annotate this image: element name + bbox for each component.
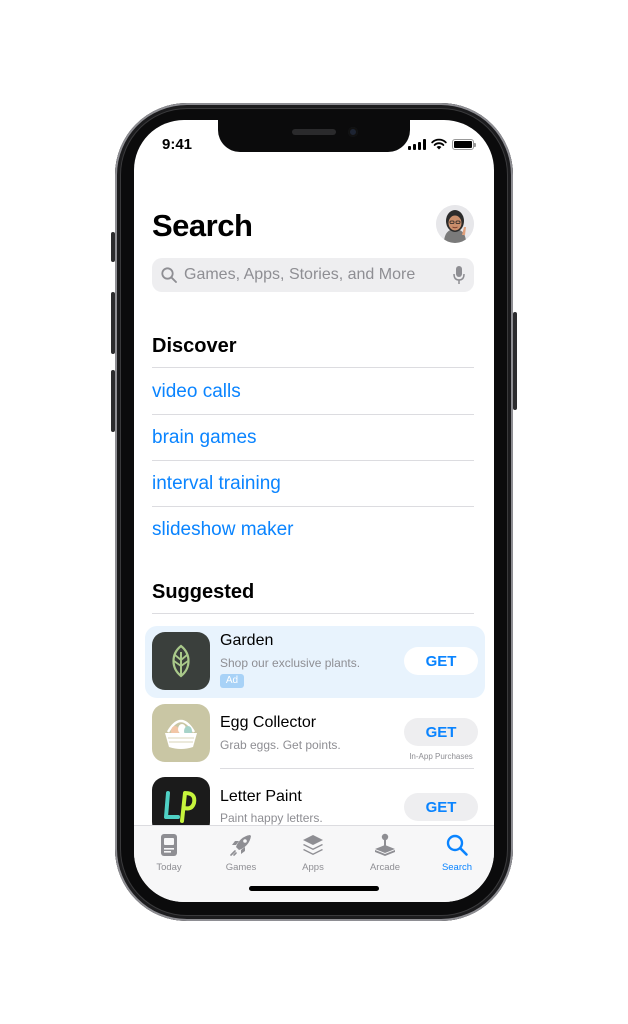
- memoji-avatar-icon: [436, 205, 474, 243]
- suggested-heading: Suggested: [152, 581, 255, 603]
- side-button: [513, 312, 517, 410]
- search-icon: [446, 834, 468, 856]
- divider: [152, 367, 474, 368]
- account-avatar[interactable]: [436, 205, 474, 243]
- page-title: Search: [152, 208, 253, 243]
- divider: [152, 460, 474, 461]
- today-icon: [161, 834, 177, 856]
- ad-badge: Ad: [220, 674, 244, 688]
- tab-label: Games: [225, 862, 257, 873]
- discover-link[interactable]: slideshow maker: [152, 519, 294, 541]
- mute-switch: [111, 232, 115, 262]
- search-bar[interactable]: Games, Apps, Stories, and More: [152, 258, 474, 292]
- in-app-purchases-note: In-App Purchases: [409, 752, 473, 761]
- tab-label: Arcade: [369, 862, 401, 873]
- divider: [220, 768, 474, 769]
- discover-link[interactable]: interval training: [152, 473, 281, 495]
- status-time: 9:41: [162, 136, 193, 153]
- discover-heading: Discover: [152, 335, 237, 357]
- divider: [152, 414, 474, 415]
- app-subtitle: Shop our exclusive plants.: [220, 656, 361, 670]
- earpiece-speaker: [292, 129, 336, 135]
- joystick-icon: [375, 833, 395, 856]
- leaf-icon: [172, 644, 190, 678]
- get-button[interactable]: GET: [404, 793, 478, 821]
- tab-games[interactable]: Games: [210, 832, 272, 873]
- status-icons: [408, 138, 476, 150]
- cellular-signal-icon: [408, 138, 426, 150]
- app-name[interactable]: Egg Collector: [220, 714, 316, 732]
- tab-arcade[interactable]: Arcade: [354, 832, 416, 873]
- notch: [218, 120, 410, 152]
- discover-link[interactable]: video calls: [152, 381, 241, 403]
- volume-down-button: [111, 370, 115, 432]
- garden-app-icon[interactable]: [152, 632, 210, 690]
- front-camera: [348, 127, 358, 137]
- egg-basket-icon: [165, 719, 197, 749]
- app-name[interactable]: Letter Paint: [220, 788, 302, 806]
- app-name[interactable]: Garden: [220, 632, 273, 650]
- tab-today[interactable]: Today: [138, 832, 200, 873]
- tab-search[interactable]: Search: [426, 832, 488, 873]
- battery-icon: [452, 138, 476, 150]
- get-button[interactable]: GET: [404, 718, 478, 746]
- volume-up-button: [111, 292, 115, 354]
- apps-stack-icon: [303, 835, 323, 855]
- wifi-icon: [431, 138, 447, 150]
- tab-label: Search: [441, 862, 473, 873]
- app-store-screen: 9:41 Search Games, Apps, Stories, and Mo…: [134, 120, 494, 902]
- get-button[interactable]: GET: [404, 647, 478, 675]
- rocket-icon: [230, 835, 251, 856]
- app-subtitle: Paint happy letters.: [220, 811, 323, 825]
- tab-label: Apps: [302, 862, 324, 873]
- magnifier-icon: [161, 267, 177, 283]
- divider: [152, 613, 474, 614]
- divider: [152, 506, 474, 507]
- microphone-icon[interactable]: [452, 265, 466, 285]
- search-placeholder: Games, Apps, Stories, and More: [184, 266, 416, 283]
- home-indicator[interactable]: [249, 886, 379, 891]
- discover-link[interactable]: brain games: [152, 427, 257, 449]
- tab-label: Today: [156, 862, 182, 873]
- app-subtitle: Grab eggs. Get points.: [220, 738, 341, 752]
- tab-apps[interactable]: Apps: [282, 832, 344, 873]
- egg-collector-app-icon[interactable]: [152, 704, 210, 762]
